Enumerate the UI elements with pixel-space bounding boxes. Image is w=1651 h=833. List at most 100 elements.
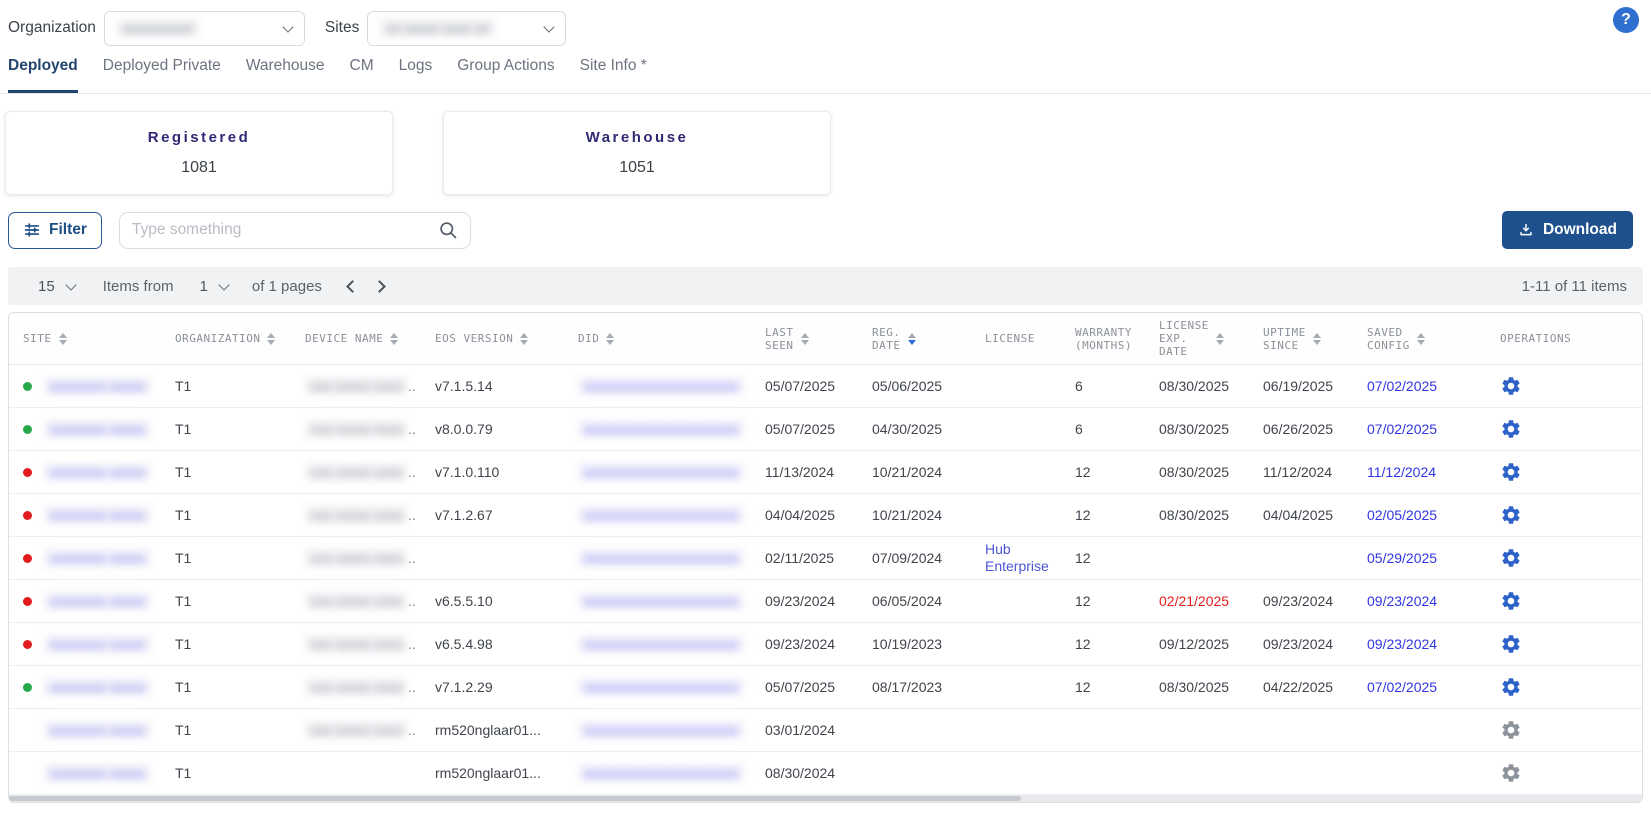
column-header-device[interactable]: DEVICE NAME — [305, 332, 435, 345]
sort-desc-icon[interactable] — [1313, 340, 1321, 345]
sort-arrows[interactable] — [1417, 333, 1425, 345]
did-link[interactable]: xxxxxxxxxxxxxxxxxxxxxx — [578, 377, 744, 395]
saved-config-link[interactable]: 07/02/2025 — [1367, 421, 1437, 437]
gear-icon[interactable] — [1500, 633, 1522, 655]
did-link[interactable]: xxxxxxxxxxxxxxxxxxxxxx — [578, 420, 744, 438]
sort-desc-icon[interactable] — [390, 340, 398, 345]
site-link[interactable]: xxxxxxxx xxxxx — [44, 506, 151, 524]
sort-arrows[interactable] — [1313, 333, 1321, 345]
tab-deployed[interactable]: Deployed — [8, 54, 78, 93]
sort-arrows[interactable] — [606, 333, 614, 345]
column-header-site[interactable]: SITE — [9, 332, 175, 345]
help-icon[interactable]: ? — [1613, 7, 1639, 33]
gear-icon[interactable] — [1500, 590, 1522, 612]
saved-config-link[interactable]: 02/05/2025 — [1367, 507, 1437, 523]
saved-config-link[interactable]: 09/23/2024 — [1367, 636, 1437, 652]
saved-config-link[interactable]: 05/29/2025 — [1367, 550, 1437, 566]
sort-desc-icon[interactable] — [908, 340, 916, 345]
column-header-exp[interactable]: LICENSEEXP.DATE — [1159, 319, 1263, 358]
tab-warehouse[interactable]: Warehouse — [246, 54, 325, 93]
did-link[interactable]: xxxxxxxxxxxxxxxxxxxxxx — [578, 592, 744, 610]
sort-arrows[interactable] — [267, 333, 275, 345]
horizontal-scrollbar[interactable] — [9, 795, 1642, 802]
filter-button[interactable]: Filter — [8, 212, 102, 249]
site-link[interactable]: xxxxxxxx xxxxx — [44, 463, 151, 481]
gear-icon[interactable] — [1500, 719, 1522, 741]
sort-asc-icon[interactable] — [801, 333, 809, 338]
site-link[interactable]: xxxxxxxx xxxxx — [44, 721, 151, 739]
gear-icon[interactable] — [1500, 504, 1522, 526]
column-header-org[interactable]: ORGANIZATION — [175, 332, 305, 345]
site-link[interactable]: xxxxxxxx xxxxx — [44, 678, 151, 696]
organization-select[interactable]: xxxxxxxxxx — [104, 11, 305, 46]
did-link[interactable]: xxxxxxxxxxxxxxxxxxxxxx — [578, 506, 744, 524]
gear-icon[interactable] — [1500, 676, 1522, 698]
gear-icon[interactable] — [1500, 762, 1522, 784]
sort-desc-icon[interactable] — [1216, 340, 1224, 345]
sites-select[interactable]: xx xxxxx xxxx xx — [367, 11, 566, 46]
column-header-last[interactable]: LASTSEEN — [765, 326, 872, 352]
tab-deployed-private[interactable]: Deployed Private — [103, 54, 221, 93]
tab-cm[interactable]: CM — [350, 54, 374, 93]
search-icon[interactable] — [438, 220, 458, 240]
sort-desc-icon[interactable] — [59, 340, 67, 345]
sort-arrows[interactable] — [59, 333, 67, 345]
scrollbar-thumb[interactable] — [9, 796, 1021, 801]
column-header-up[interactable]: UPTIMESINCE — [1263, 326, 1367, 352]
sort-asc-icon[interactable] — [908, 333, 916, 338]
saved-config-link[interactable]: 09/23/2024 — [1367, 593, 1437, 609]
did-link[interactable]: xxxxxxxxxxxxxxxxxxxxxx — [578, 678, 744, 696]
site-link[interactable]: xxxxxxxx xxxxx — [44, 420, 151, 438]
sort-asc-icon[interactable] — [1216, 333, 1224, 338]
sort-asc-icon[interactable] — [390, 333, 398, 338]
next-page-button[interactable] — [373, 280, 386, 293]
prev-page-button[interactable] — [346, 280, 359, 293]
saved-config-link[interactable]: 07/02/2025 — [1367, 679, 1437, 695]
sort-arrows[interactable] — [520, 333, 528, 345]
did-link[interactable]: xxxxxxxxxxxxxxxxxxxxxx — [578, 764, 744, 782]
sort-asc-icon[interactable] — [267, 333, 275, 338]
operations-cell — [1476, 375, 1642, 397]
did-link[interactable]: xxxxxxxxxxxxxxxxxxxxxx — [578, 721, 744, 739]
site-link[interactable]: xxxxxxxx xxxxx — [44, 377, 151, 395]
site-link[interactable]: xxxxxxxx xxxxx — [44, 549, 151, 567]
sort-desc-icon[interactable] — [1417, 340, 1425, 345]
sort-arrows[interactable] — [801, 333, 809, 345]
column-header-did[interactable]: DID — [578, 332, 765, 345]
sort-asc-icon[interactable] — [520, 333, 528, 338]
saved-config-link[interactable]: 11/12/2024 — [1367, 464, 1436, 480]
search-input[interactable] — [132, 221, 438, 239]
column-header-reg[interactable]: REG.DATE — [872, 326, 985, 352]
sort-desc-icon[interactable] — [520, 340, 528, 345]
sort-arrows[interactable] — [390, 333, 398, 345]
gear-icon[interactable] — [1500, 461, 1522, 483]
did-link[interactable]: xxxxxxxxxxxxxxxxxxxxxx — [578, 463, 744, 481]
license-link[interactable]: Hub Enterprise — [985, 541, 1067, 575]
column-header-eos[interactable]: EOS VERSION — [435, 332, 578, 345]
did-link[interactable]: xxxxxxxxxxxxxxxxxxxxxx — [578, 635, 744, 653]
sort-desc-icon[interactable] — [801, 340, 809, 345]
sort-desc-icon[interactable] — [267, 340, 275, 345]
page-size-select[interactable]: 15 — [38, 278, 75, 295]
gear-icon[interactable] — [1500, 375, 1522, 397]
sort-asc-icon[interactable] — [1313, 333, 1321, 338]
tab-site-info[interactable]: Site Info * — [580, 54, 647, 93]
tab-logs[interactable]: Logs — [399, 54, 433, 93]
sort-asc-icon[interactable] — [1417, 333, 1425, 338]
sort-arrows[interactable] — [1216, 333, 1224, 345]
saved-config-link[interactable]: 07/02/2025 — [1367, 378, 1437, 394]
did-link[interactable]: xxxxxxxxxxxxxxxxxxxxxx — [578, 549, 744, 567]
gear-icon[interactable] — [1500, 547, 1522, 569]
sort-asc-icon[interactable] — [606, 333, 614, 338]
column-header-saved[interactable]: SAVEDCONFIG — [1367, 326, 1476, 352]
sort-desc-icon[interactable] — [606, 340, 614, 345]
site-link[interactable]: xxxxxxxx xxxxx — [44, 635, 151, 653]
download-button[interactable]: Download — [1502, 211, 1633, 249]
sort-asc-icon[interactable] — [59, 333, 67, 338]
sort-arrows[interactable] — [908, 333, 916, 345]
site-link[interactable]: xxxxxxxx xxxxx — [44, 764, 151, 782]
tab-group-actions[interactable]: Group Actions — [457, 54, 554, 93]
gear-icon[interactable] — [1500, 418, 1522, 440]
page-number-select[interactable]: 1 — [200, 278, 228, 295]
site-link[interactable]: xxxxxxxx xxxxx — [44, 592, 151, 610]
